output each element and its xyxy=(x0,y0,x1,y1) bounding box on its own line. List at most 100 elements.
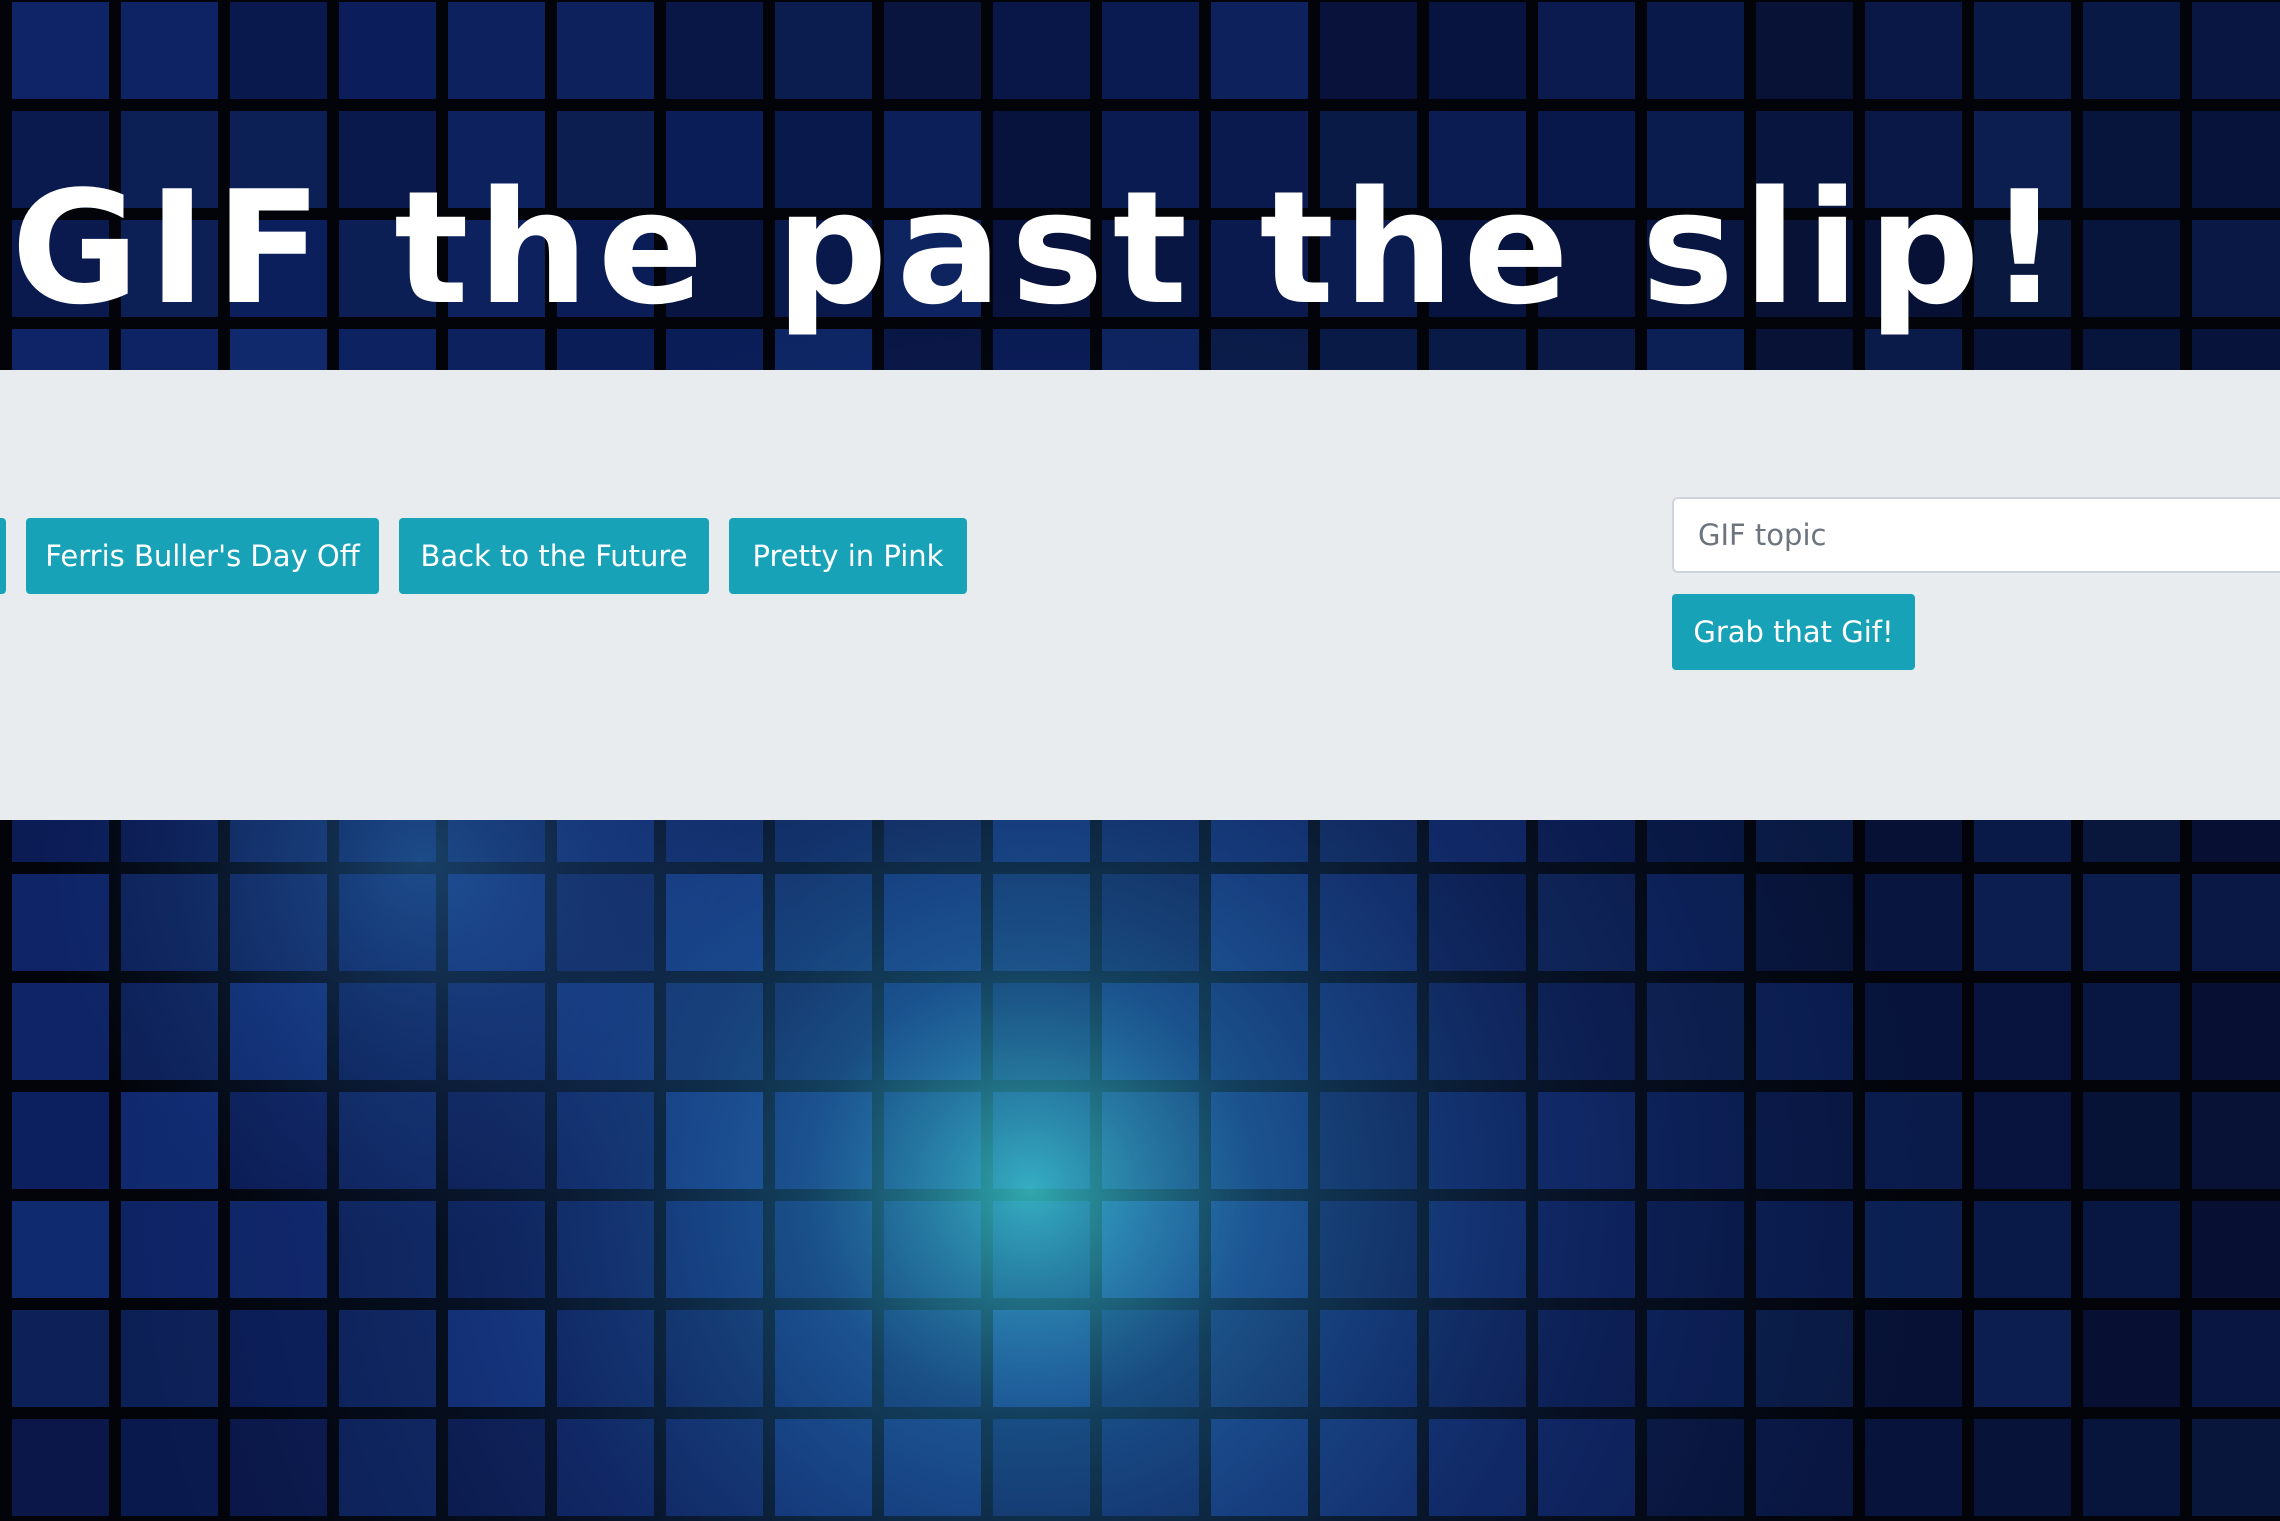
background-tile xyxy=(448,1419,545,1516)
background-tile xyxy=(666,1201,763,1298)
background-tile xyxy=(121,1092,218,1189)
background-tile xyxy=(1211,874,1308,971)
background-tile xyxy=(666,1092,763,1189)
background-tile xyxy=(1211,1310,1308,1407)
background-tile xyxy=(1756,1201,1853,1298)
background-tile xyxy=(775,983,872,1080)
background-tile xyxy=(993,1419,1090,1516)
background-tile xyxy=(1211,1201,1308,1298)
background-tile xyxy=(1102,1310,1199,1407)
controls-panel: Ferris Buller's Day Off Back to the Futu… xyxy=(0,370,2280,820)
background-tile xyxy=(448,874,545,971)
gif-topic-input[interactable] xyxy=(1672,497,2280,573)
header: GIF the past the slip! xyxy=(0,0,2280,370)
background-tile xyxy=(993,1201,1090,1298)
background-tile xyxy=(884,1201,981,1298)
background-tile xyxy=(884,1310,981,1407)
background-tile xyxy=(1102,1092,1199,1189)
background-tile xyxy=(1211,983,1308,1080)
background-tile xyxy=(1865,1419,1962,1516)
grab-gif-button[interactable]: Grab that Gif! xyxy=(1672,594,1915,670)
background-tile xyxy=(448,983,545,1080)
background-tile xyxy=(121,983,218,1080)
background-tile xyxy=(1102,983,1199,1080)
background-tile xyxy=(557,874,654,971)
background-tile xyxy=(339,983,436,1080)
background-tile xyxy=(993,1092,1090,1189)
topic-button-ferris-buller[interactable]: Ferris Buller's Day Off xyxy=(26,518,379,594)
background-tile xyxy=(230,1092,327,1189)
background-tile xyxy=(775,1201,872,1298)
background-tile xyxy=(1647,983,1744,1080)
background-tile xyxy=(12,983,109,1080)
background-tile xyxy=(230,1310,327,1407)
background-tile xyxy=(993,983,1090,1080)
background-tile xyxy=(2192,1310,2280,1407)
background-tile xyxy=(1429,1201,1526,1298)
background-tile xyxy=(2192,1092,2280,1189)
background-tile xyxy=(1538,1092,1635,1189)
background-tile xyxy=(1647,874,1744,971)
background-tile xyxy=(775,874,872,971)
background-tile xyxy=(1974,1310,2071,1407)
background-tile xyxy=(1211,1092,1308,1189)
topic-button-pretty-in-pink[interactable]: Pretty in Pink xyxy=(729,518,967,594)
background-tile xyxy=(12,1419,109,1516)
background-tile xyxy=(339,1201,436,1298)
background-tile xyxy=(775,1092,872,1189)
background-tile xyxy=(1429,1092,1526,1189)
background-tile xyxy=(2083,1201,2180,1298)
background-tile xyxy=(884,983,981,1080)
background-tile xyxy=(1647,1092,1744,1189)
background-tile xyxy=(1974,874,2071,971)
background-tile xyxy=(1756,1419,1853,1516)
background-tile xyxy=(775,1310,872,1407)
page: GIF the past the slip! Ferris Buller's D… xyxy=(0,0,2280,1521)
background-tile xyxy=(1647,1419,1744,1516)
background-tile xyxy=(1974,1201,2071,1298)
background-tile xyxy=(557,1419,654,1516)
background-tile xyxy=(1320,983,1417,1080)
background-tile xyxy=(1538,1419,1635,1516)
background-tile xyxy=(448,1310,545,1407)
background-tile xyxy=(1538,1201,1635,1298)
background-tile xyxy=(1102,874,1199,971)
background-tile xyxy=(1538,1310,1635,1407)
background-tile xyxy=(775,1419,872,1516)
background-tile xyxy=(2083,874,2180,971)
background-tile xyxy=(121,1419,218,1516)
background-tile xyxy=(993,1310,1090,1407)
background-tile xyxy=(993,874,1090,971)
topic-button-partial[interactable] xyxy=(0,518,6,594)
topic-button-back-to-the-future[interactable]: Back to the Future xyxy=(399,518,709,594)
background-tile xyxy=(1320,1201,1417,1298)
background-tile xyxy=(1320,1419,1417,1516)
background-tile xyxy=(2083,983,2180,1080)
background-tile xyxy=(1756,983,1853,1080)
background-tile xyxy=(666,1310,763,1407)
background-tile xyxy=(884,1092,981,1189)
page-title: GIF the past the slip! xyxy=(11,157,2069,339)
background-tile xyxy=(1647,1310,1744,1407)
background-tile xyxy=(230,874,327,971)
background-tile xyxy=(557,1310,654,1407)
background-tile xyxy=(339,1419,436,1516)
background-tile xyxy=(1756,1092,1853,1189)
background-tile xyxy=(1320,1310,1417,1407)
background-tile xyxy=(1102,1201,1199,1298)
background-tile xyxy=(2192,874,2280,971)
background-tile xyxy=(230,1201,327,1298)
background-tile xyxy=(1429,1310,1526,1407)
background-tile xyxy=(557,1092,654,1189)
background-tile xyxy=(1974,1419,2071,1516)
background-tile xyxy=(1756,1310,1853,1407)
background-tile xyxy=(12,1201,109,1298)
background-tile xyxy=(666,1419,763,1516)
background-tile xyxy=(1538,874,1635,971)
background-tile xyxy=(339,1092,436,1189)
background-tile xyxy=(1538,983,1635,1080)
background-tile xyxy=(666,983,763,1080)
background-tile xyxy=(1974,1092,2071,1189)
background-tile xyxy=(2192,1201,2280,1298)
background-tile xyxy=(666,874,763,971)
